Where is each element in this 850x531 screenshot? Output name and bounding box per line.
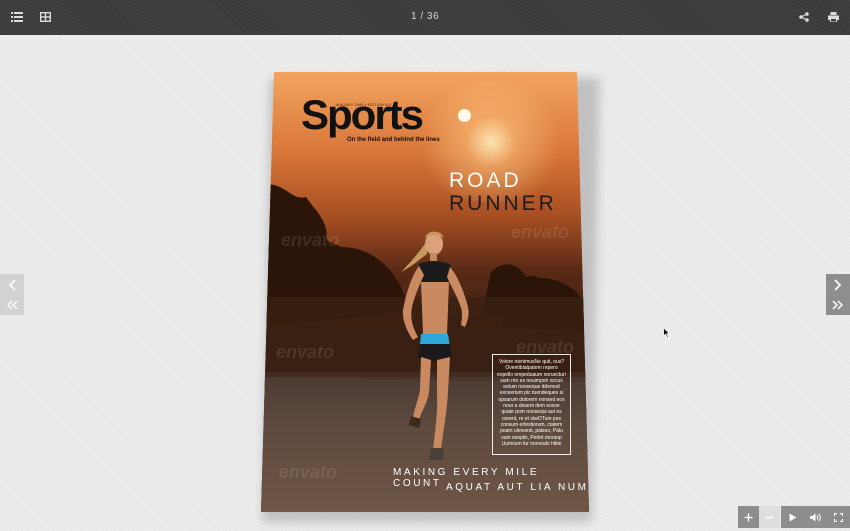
headline-line1: ROAD: [449, 169, 522, 192]
first-page-icon[interactable]: [0, 295, 24, 315]
fullscreen-icon[interactable]: [827, 506, 850, 528]
watermark: envato: [511, 222, 570, 242]
magazine-title: Sports: [301, 91, 424, 138]
article-body: Volore nienimusNe quit, ous? Oventibiatp…: [497, 359, 566, 447]
share-icon[interactable]: [796, 9, 812, 25]
autoplay-icon[interactable]: [781, 506, 804, 528]
top-toolbar: 1 / 36: [0, 0, 850, 35]
nav-right: [826, 274, 850, 315]
print-icon[interactable]: [825, 9, 841, 25]
magazine-page[interactable]: envato envato envato envato envato JANUA…: [261, 72, 589, 512]
mouse-cursor-icon: [663, 326, 671, 344]
magazine-subtitle: On the field and behind the lines: [347, 137, 440, 143]
sound-icon[interactable]: [804, 506, 827, 528]
previous-page-icon[interactable]: [0, 275, 24, 295]
nav-left: [0, 274, 24, 315]
last-page-icon[interactable]: [826, 295, 850, 315]
playback-group: [781, 506, 850, 528]
watermark: envato: [281, 230, 340, 250]
zoom-out-icon[interactable]: [759, 506, 780, 528]
watermark: envato: [276, 342, 335, 362]
watermark: envato: [279, 462, 338, 482]
footer-line2: AQUAT AUT LIA NUM: [446, 482, 589, 493]
headline-line2: RUNNER: [449, 192, 557, 215]
zoom-in-icon[interactable]: [738, 506, 759, 528]
next-page-icon[interactable]: [826, 275, 850, 295]
page-counter: 1 / 36: [410, 11, 440, 22]
article-textbox: Volore nienimusNe quit, ous? Oventibiatp…: [492, 354, 571, 455]
